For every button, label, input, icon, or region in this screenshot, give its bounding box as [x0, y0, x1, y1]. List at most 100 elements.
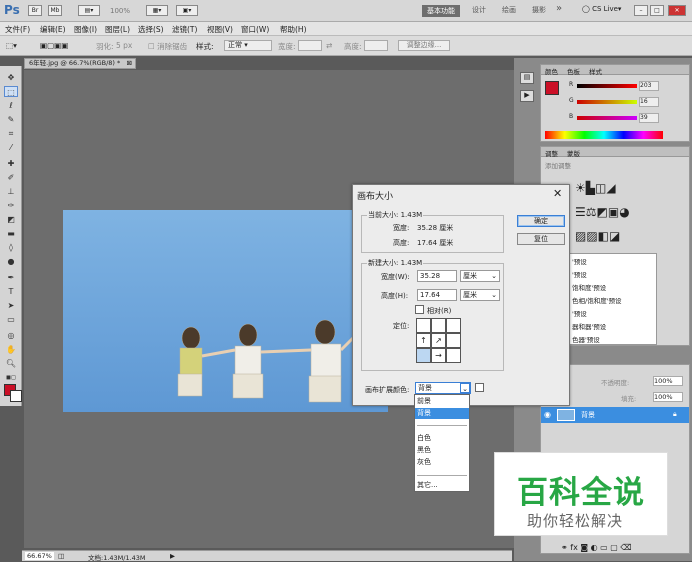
screen-mode-icon[interactable]: ▣▾: [176, 5, 198, 16]
view-extras-icon[interactable]: ▤▾: [78, 5, 100, 16]
feather-value[interactable]: 5 px: [116, 41, 132, 50]
brush-tool-icon[interactable]: ✐: [4, 172, 18, 183]
r-slider[interactable]: [577, 84, 637, 88]
lasso-tool-icon[interactable]: ℓ: [4, 100, 18, 111]
r-value[interactable]: 203: [639, 81, 659, 91]
adjust-icons-row1[interactable]: ☀▙◫◢: [575, 181, 616, 195]
option-gray[interactable]: 灰色: [415, 457, 469, 468]
selection-mode-icons[interactable]: ▣▢▣▣: [40, 41, 68, 50]
workspace-photo[interactable]: 摄影: [532, 5, 546, 15]
option-black[interactable]: 黑色: [415, 445, 469, 456]
dodge-tool-icon[interactable]: ●: [4, 256, 18, 267]
workspace-essentials[interactable]: 基本功能: [422, 5, 460, 17]
gradient-tool-icon[interactable]: ▬: [4, 228, 18, 239]
quick-select-icon[interactable]: ✎: [4, 114, 18, 125]
menu-filter[interactable]: 滤镜(T): [172, 24, 197, 35]
menu-help[interactable]: 帮助(H): [280, 24, 307, 35]
reset-button[interactable]: 复位: [517, 233, 565, 245]
eyedropper-icon[interactable]: ⁄: [4, 142, 18, 153]
marquee-tool-icon[interactable]: ⬚: [4, 86, 18, 97]
actions-panel-icon[interactable]: ▶: [520, 90, 534, 102]
preset-item[interactable]: '预设: [572, 269, 587, 279]
opacity-value[interactable]: 100%: [653, 376, 683, 386]
stamp-tool-icon[interactable]: ⊥: [4, 186, 18, 197]
width-unit-select[interactable]: 厘米 ⌄: [460, 270, 500, 282]
default-colors-icon[interactable]: ◼◻: [4, 372, 18, 383]
tab-masks[interactable]: 蒙版: [567, 148, 580, 158]
option-white[interactable]: 白色: [415, 433, 469, 444]
status-icon[interactable]: ◫: [58, 552, 64, 560]
anchor-arrow-ne-icon[interactable]: ↗: [431, 333, 446, 348]
option-other[interactable]: 其它...: [415, 480, 469, 491]
blur-tool-icon[interactable]: ◊: [4, 242, 18, 253]
pen-tool-icon[interactable]: ✒: [4, 272, 18, 283]
menu-edit[interactable]: 编辑(E): [40, 24, 66, 35]
preset-item[interactable]: 饱和度'预设: [572, 282, 606, 292]
tab-adjustments[interactable]: 调整: [545, 148, 558, 158]
extension-color-swatch[interactable]: [475, 383, 484, 392]
history-brush-icon[interactable]: ✑: [4, 200, 18, 211]
b-value[interactable]: 39: [639, 113, 659, 123]
color-ramp[interactable]: [545, 131, 663, 139]
menu-file[interactable]: 文件(F): [5, 24, 30, 35]
option-background[interactable]: 背景: [415, 408, 469, 419]
menu-view[interactable]: 视图(V): [207, 24, 233, 35]
shape-tool-icon[interactable]: ▭: [4, 314, 18, 325]
close-icon[interactable]: ✕: [668, 5, 686, 16]
height-unit-select[interactable]: 厘米 ⌄: [460, 289, 500, 301]
adjust-icons-row3[interactable]: ▨▨◧◪: [575, 229, 620, 243]
anchor-center-cell[interactable]: [416, 348, 431, 363]
workspace-painting[interactable]: 绘画: [502, 5, 516, 15]
status-arrow-icon[interactable]: ▶: [170, 552, 175, 560]
swap-icon[interactable]: ⇄: [326, 41, 332, 50]
anchor-arrow-up-icon[interactable]: ↑: [416, 333, 431, 348]
quick-mask-icon[interactable]: [5, 392, 19, 403]
height-input[interactable]: [364, 40, 388, 51]
workspace-design[interactable]: 设计: [472, 5, 486, 15]
new-height-input[interactable]: 17.64: [417, 289, 457, 301]
minimize-icon[interactable]: –: [634, 5, 648, 16]
preset-item[interactable]: '预设: [572, 308, 587, 318]
preset-item[interactable]: 色器'预设: [572, 334, 600, 344]
cs-live[interactable]: ◯ CS Live▾: [582, 5, 621, 13]
g-value[interactable]: 16: [639, 97, 659, 107]
width-input[interactable]: [298, 40, 322, 51]
tab-swatches[interactable]: 色板: [567, 66, 580, 76]
preset-item[interactable]: 色相/饱和度'预设: [572, 295, 621, 305]
layer-footer-icons[interactable]: ⚭ fx ◙ ◐ ▭ ▢ ⌫: [561, 543, 632, 552]
anchor-cell[interactable]: [446, 318, 461, 333]
anchor-cell[interactable]: [446, 348, 461, 363]
move-tool-icon[interactable]: ✥: [4, 72, 18, 83]
path-select-icon[interactable]: ➤: [4, 300, 18, 311]
layer-row[interactable]: ◉ 背景 🔒︎: [541, 407, 689, 423]
menu-window[interactable]: 窗口(W): [241, 24, 269, 35]
3d-rotate-icon[interactable]: ◎: [4, 330, 18, 341]
menu-layer[interactable]: 图层(L): [105, 24, 130, 35]
marquee-preset-icon[interactable]: ⬚▾: [6, 41, 17, 50]
status-zoom[interactable]: 66.67%: [25, 552, 54, 560]
anchor-arrow-right-icon[interactable]: →: [431, 348, 446, 363]
ok-button[interactable]: 确定: [517, 215, 565, 227]
type-tool-icon[interactable]: T: [4, 286, 18, 297]
tab-styles[interactable]: 样式: [589, 66, 602, 76]
history-panel-icon[interactable]: ▤: [520, 72, 534, 84]
refine-edge-button[interactable]: 调整边缘...: [398, 40, 450, 51]
bridge-icon[interactable]: Br: [28, 5, 42, 16]
minibridge-icon[interactable]: Mb: [48, 5, 62, 16]
document-close-icon[interactable]: ⊠: [127, 59, 132, 68]
arrange-icon[interactable]: ▦▾: [146, 5, 168, 16]
healing-brush-icon[interactable]: ✚: [4, 158, 18, 169]
antialias-checkbox[interactable]: ☐ 消除锯齿: [148, 41, 187, 52]
eye-icon[interactable]: ◉: [544, 410, 551, 419]
crop-tool-icon[interactable]: ⌗: [4, 128, 18, 139]
zoom-level[interactable]: 100%: [110, 7, 130, 15]
tab-color[interactable]: 颜色: [545, 66, 558, 76]
new-width-input[interactable]: 35.28: [417, 270, 457, 282]
relative-checkbox[interactable]: [415, 305, 424, 314]
menu-select[interactable]: 选择(S): [138, 24, 164, 35]
preset-item[interactable]: 器和器'预设: [572, 321, 606, 331]
document-tab[interactable]: 6年轻.jpg @ 66.7%(RGB/8) * ⊠: [24, 58, 136, 69]
option-foreground[interactable]: 前景: [415, 396, 469, 407]
color-swatch[interactable]: [545, 81, 559, 95]
hand-tool-icon[interactable]: ✋: [4, 344, 18, 355]
